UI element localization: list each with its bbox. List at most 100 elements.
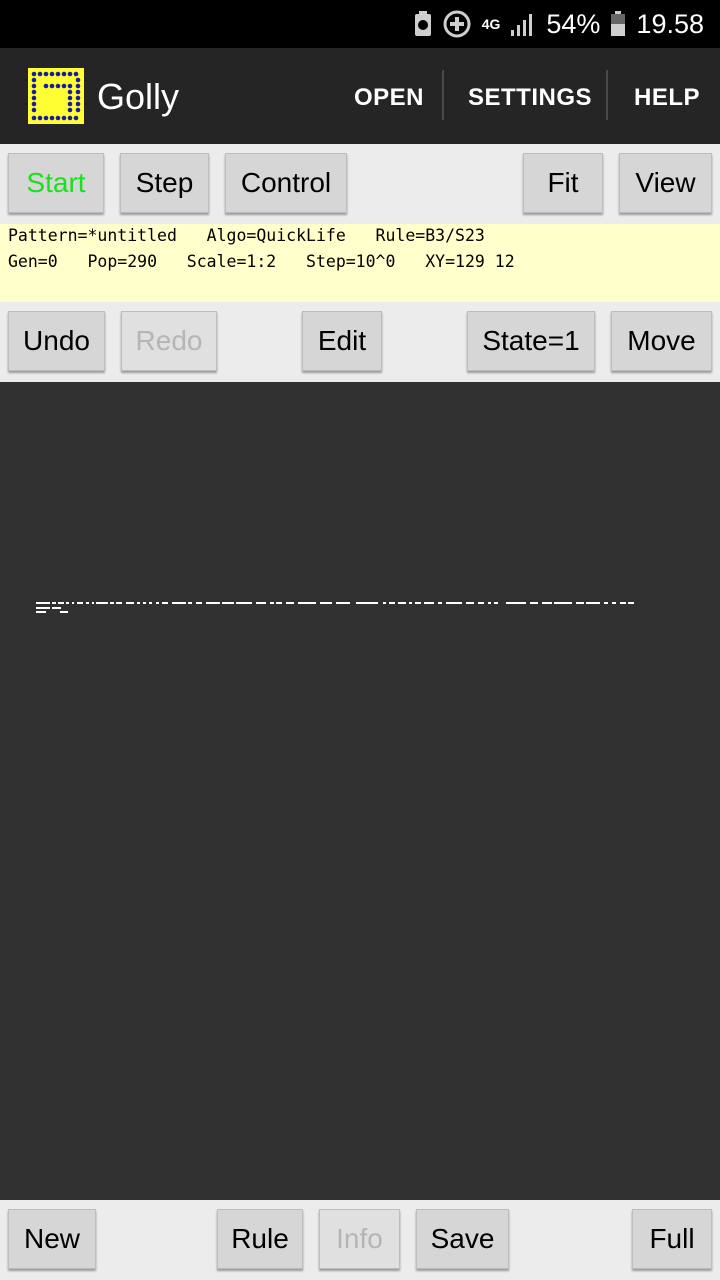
live-cell: [298, 602, 316, 604]
live-cell: [604, 602, 608, 604]
logo-dot: [61, 71, 67, 77]
logo-dot: [49, 71, 55, 77]
logo-dot: [37, 115, 43, 121]
live-cell: [620, 602, 626, 604]
control-button[interactable]: Control: [225, 153, 347, 213]
live-cell: [92, 602, 94, 604]
live-cell: [478, 602, 484, 604]
logo-dot: [55, 115, 61, 121]
live-cell: [236, 602, 252, 604]
start-button[interactable]: Start: [8, 153, 104, 213]
logo-dot: [67, 101, 73, 107]
logo-dot: [31, 101, 37, 107]
logo-dot: [55, 71, 61, 77]
live-cell: [586, 602, 600, 604]
live-cell: [336, 602, 350, 604]
top-toolbar: Start Step Control Fit View: [0, 144, 720, 224]
menu-divider: [442, 70, 444, 120]
logo-dot: [75, 89, 81, 95]
logo-dot: [49, 83, 55, 89]
live-cell: [356, 602, 378, 604]
logo-dot: [67, 89, 73, 95]
live-cell: [116, 602, 122, 604]
live-cell: [424, 602, 434, 604]
status-icons: 4G 54% 19.58: [414, 0, 704, 48]
redo-button[interactable]: Redo: [121, 311, 217, 371]
view-button[interactable]: View: [619, 153, 712, 213]
live-cell: [554, 602, 572, 604]
step-button[interactable]: Step: [120, 153, 209, 213]
live-cell: [409, 602, 412, 604]
pattern-canvas[interactable]: [0, 382, 720, 1200]
state-button[interactable]: State=1: [467, 311, 595, 371]
golly-logo-icon[interactable]: [28, 68, 84, 124]
logo-dot: [67, 71, 73, 77]
logo-dot: [43, 83, 49, 89]
live-cell: [58, 602, 64, 604]
undo-button[interactable]: Undo: [8, 311, 105, 371]
move-button[interactable]: Move: [611, 311, 712, 371]
logo-dot: [31, 71, 37, 77]
battery-icon: [611, 11, 626, 36]
settings-menu-item[interactable]: SETTINGS: [468, 84, 592, 112]
live-cell: [398, 602, 406, 604]
help-menu-item[interactable]: HELP: [634, 84, 700, 112]
logo-dot: [31, 83, 37, 89]
logo-dot: [61, 115, 67, 121]
logo-dot: [31, 95, 37, 101]
live-cell: [58, 607, 61, 609]
logo-dot: [49, 115, 55, 121]
live-cell: [110, 602, 114, 604]
live-cell: [156, 602, 159, 604]
live-cell: [576, 602, 584, 604]
live-cell: [36, 607, 50, 609]
live-cell: [137, 602, 140, 604]
live-cell: [143, 602, 146, 604]
live-cell: [286, 602, 294, 604]
logo-dot: [67, 107, 73, 113]
live-cell: [126, 602, 134, 604]
info-button[interactable]: Info: [319, 1209, 400, 1269]
fit-button[interactable]: Fit: [523, 153, 603, 213]
live-cell: [36, 611, 46, 613]
live-cell: [542, 602, 552, 604]
logo-dot: [61, 83, 67, 89]
live-cell: [36, 602, 50, 604]
full-button[interactable]: Full: [632, 1209, 712, 1269]
logo-dot: [75, 107, 81, 113]
app-title: Golly: [97, 76, 180, 117]
new-button[interactable]: New: [8, 1209, 96, 1269]
live-cell: [86, 602, 89, 604]
live-cell: [206, 602, 220, 604]
live-cell: [196, 602, 202, 604]
live-cell: [72, 602, 74, 604]
logo-dot: [75, 77, 81, 83]
logo-dot: [43, 115, 49, 121]
save-button[interactable]: Save: [416, 1209, 509, 1269]
logo-dot: [31, 77, 37, 83]
logo-dot: [75, 95, 81, 101]
open-menu-item[interactable]: OPEN: [354, 84, 424, 112]
live-cell: [446, 602, 462, 604]
live-cell: [66, 602, 69, 604]
live-cell: [60, 611, 68, 613]
live-cell: [52, 607, 58, 609]
live-cell: [506, 602, 526, 604]
logo-dot: [75, 101, 81, 107]
live-cell: [415, 602, 421, 604]
live-cell: [96, 602, 108, 604]
logo-dot: [43, 71, 49, 77]
bottom-toolbar: New Rule Info Save Full: [0, 1200, 720, 1280]
live-cell: [612, 602, 616, 604]
logo-dot: [75, 83, 81, 89]
edit-button[interactable]: Edit: [302, 311, 382, 371]
live-cell: [149, 602, 152, 604]
live-cell: [276, 602, 282, 604]
live-cell: [466, 602, 474, 604]
logo-dot: [31, 115, 37, 121]
menu-divider: [606, 70, 608, 120]
rule-button[interactable]: Rule: [217, 1209, 303, 1269]
app-bar: Golly OPEN SETTINGS HELP: [0, 48, 720, 144]
live-cell: [256, 602, 266, 604]
logo-dot: [31, 89, 37, 95]
